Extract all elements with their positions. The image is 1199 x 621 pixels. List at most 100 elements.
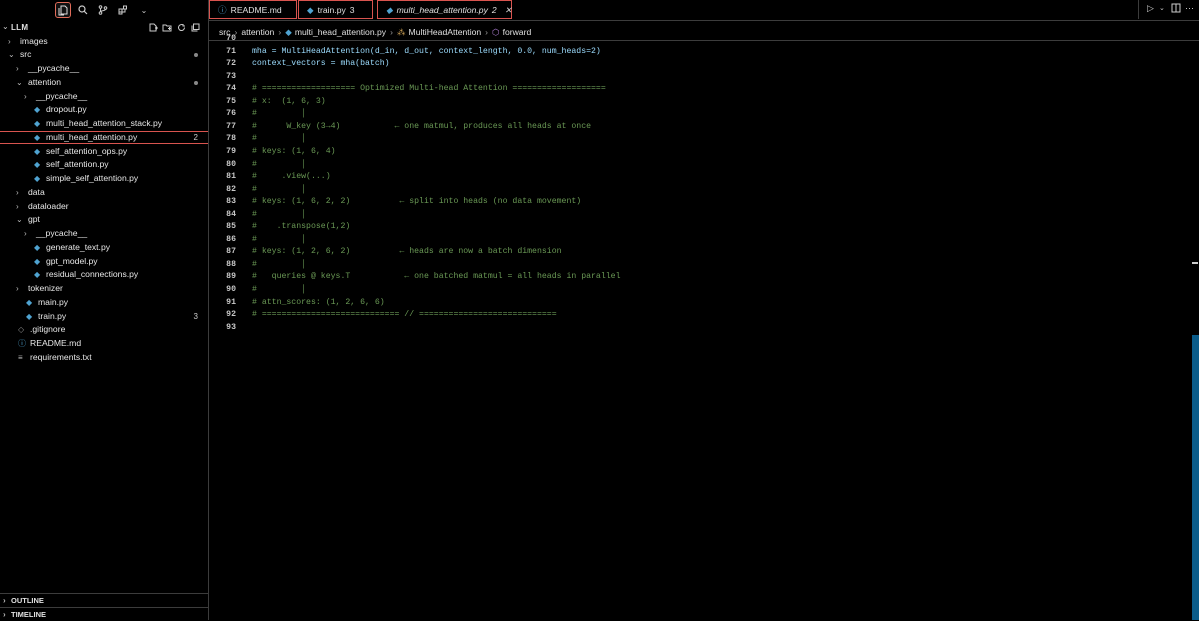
tree-item-label: residual_connections.py bbox=[46, 269, 139, 280]
tree-item[interactable]: ≡ requirements.txt bbox=[0, 351, 208, 365]
chevron-down-icon[interactable]: ⌄ bbox=[2, 22, 9, 31]
extensions-icon[interactable] bbox=[115, 2, 131, 18]
tree-item[interactable]: ◆ residual_connections.py bbox=[0, 268, 208, 282]
tree-item[interactable]: ◆ multi_head_attention_stack.py bbox=[0, 117, 208, 131]
tree-item[interactable]: ◆ multi_head_attention.py 2 bbox=[0, 130, 208, 145]
tree-item[interactable]: ◇ .gitignore bbox=[0, 323, 208, 337]
tree-item-label: simple_self_attention.py bbox=[46, 173, 139, 183]
tree-item[interactable]: ⌄ src bbox=[0, 48, 208, 62]
split-editor-icon[interactable] bbox=[1171, 3, 1181, 15]
tree-item[interactable]: › data bbox=[0, 186, 208, 200]
tree-item[interactable]: › dataloader bbox=[0, 200, 208, 214]
python-file-icon: ◆ bbox=[34, 242, 41, 252]
tree-item-label: self_attention_ops.py bbox=[46, 145, 128, 156]
tree-item[interactable]: › __pycache__ bbox=[0, 227, 208, 241]
code-line[interactable]: 84 # │ bbox=[209, 210, 1189, 223]
code-line[interactable]: 75 # x: (1, 6, 3) bbox=[209, 97, 1189, 110]
refresh-icon[interactable] bbox=[176, 22, 186, 32]
code-line[interactable]: 78 # │ bbox=[209, 134, 1189, 147]
tree-item[interactable]: ⌄ attention bbox=[0, 76, 208, 90]
scrollbar-thumb[interactable] bbox=[1192, 335, 1199, 620]
chevron-right-icon: › bbox=[16, 201, 19, 211]
tree-item-label: images bbox=[20, 35, 48, 46]
code-line[interactable]: 80 # │ bbox=[209, 160, 1189, 173]
chevron-down-icon[interactable]: ⌄ bbox=[136, 2, 152, 18]
code-line[interactable]: 76 # │ bbox=[209, 109, 1189, 122]
tree-item[interactable]: ◆ simple_self_attention.py bbox=[0, 172, 208, 186]
source-control-icon[interactable] bbox=[95, 2, 111, 18]
code-text: # │ bbox=[252, 234, 307, 244]
tree-item[interactable]: ◆ main.py bbox=[0, 296, 208, 310]
tree-item[interactable]: › images bbox=[0, 35, 208, 49]
code-line[interactable]: 71 mha = MultiHeadAttention(d_in, d_out, … bbox=[209, 47, 1189, 60]
tree-item[interactable]: ◆ self_attention_ops.py bbox=[0, 145, 208, 159]
new-folder-icon[interactable] bbox=[162, 22, 172, 32]
tree-item[interactable]: ◆ dropout.py bbox=[0, 103, 208, 117]
outline-section[interactable]: › OUTLINE bbox=[0, 593, 208, 607]
more-actions-icon[interactable]: ⋯ bbox=[1185, 3, 1194, 14]
code-line[interactable]: 79 # keys: (1, 6, 4) bbox=[209, 147, 1189, 160]
tab-train[interactable]: ◆ train.py 3 bbox=[298, 0, 373, 19]
modified-dot bbox=[194, 53, 198, 58]
search-icon[interactable] bbox=[75, 2, 91, 18]
line-number: 88 bbox=[226, 259, 236, 269]
new-file-icon[interactable] bbox=[148, 22, 158, 32]
close-icon[interactable]: ✕ bbox=[505, 5, 512, 15]
chevron-right-icon: › bbox=[3, 610, 6, 619]
chevron-right-icon: › bbox=[24, 91, 27, 101]
chevron-down-icon[interactable]: ⌄ bbox=[1159, 4, 1165, 12]
collapse-icon[interactable] bbox=[190, 22, 200, 32]
line-number: 80 bbox=[226, 159, 236, 169]
line-number: 72 bbox=[226, 59, 236, 69]
code-line[interactable]: 70 bbox=[209, 34, 1189, 47]
code-line[interactable]: 90 # │ bbox=[209, 285, 1189, 298]
tab-readme[interactable]: ⓘ README.md bbox=[209, 0, 297, 19]
code-line[interactable]: 92 # ============================ // ====… bbox=[209, 310, 1189, 323]
line-number: 91 bbox=[226, 297, 236, 307]
tree-item[interactable]: ◆ self_attention.py bbox=[0, 158, 208, 172]
code-line[interactable]: 74 # =================== Optimized Multi-… bbox=[209, 84, 1189, 97]
code-editor[interactable]: 70 71 mha = MultiHeadAttention(d_in, d_out… bbox=[209, 34, 1189, 338]
line-number: 78 bbox=[226, 134, 236, 144]
code-line[interactable]: 77 # W_key (3→4) ← one matmul, produces a… bbox=[209, 122, 1189, 135]
code-text: # .transpose(1,2) bbox=[252, 222, 351, 232]
code-line[interactable]: 82 # │ bbox=[209, 185, 1189, 198]
line-number: 90 bbox=[226, 285, 236, 294]
tree-item[interactable]: ◆ gpt_model.py bbox=[0, 255, 208, 269]
python-file-icon: ◆ bbox=[26, 311, 33, 321]
code-line[interactable]: 85 # .transpose(1,2) bbox=[209, 222, 1189, 235]
code-line[interactable]: 88 # │ bbox=[209, 260, 1189, 273]
tree-item-label: train.py bbox=[38, 310, 67, 321]
code-line[interactable]: 87 # keys: (1, 2, 6, 2) ← heads are now a… bbox=[209, 247, 1189, 260]
code-line[interactable]: 81 # .view(...) bbox=[209, 172, 1189, 185]
run-icon[interactable]: ▷ bbox=[1147, 3, 1154, 14]
minimap-marker bbox=[1192, 262, 1198, 264]
tree-item-label: dataloader bbox=[28, 200, 69, 211]
code-line[interactable]: 83 # keys: (1, 6, 2, 2) ← split into head… bbox=[209, 197, 1189, 210]
tree-item[interactable]: ◆ generate_text.py bbox=[0, 241, 208, 255]
tree-item[interactable]: › __pycache__ bbox=[0, 62, 208, 76]
timeline-section[interactable]: › TIMELINE bbox=[0, 607, 208, 621]
code-line[interactable]: 86 # │ bbox=[209, 235, 1189, 248]
python-file-icon: ◆ bbox=[26, 297, 33, 307]
tree-item[interactable]: ⌄ gpt bbox=[0, 213, 208, 227]
code-line[interactable]: 93 bbox=[209, 323, 1189, 336]
chevron-right-icon: › bbox=[8, 36, 11, 46]
line-number: 73 bbox=[226, 71, 236, 81]
tree-item-label: generate_text.py bbox=[46, 241, 111, 252]
code-line[interactable]: 73 bbox=[209, 72, 1189, 85]
code-line[interactable]: 89 # queries @ keys.T ← one batched matmu… bbox=[209, 272, 1189, 285]
tree-item[interactable]: ⓘ README.md bbox=[0, 337, 208, 351]
workspace-root-label[interactable]: LLM bbox=[11, 23, 28, 32]
tab-multi-head-attention[interactable]: ◆ multi_head_attention.py 2 ✕ bbox=[377, 0, 512, 19]
tree-item[interactable]: › __pycache__ bbox=[0, 90, 208, 104]
explorer-icon[interactable] bbox=[55, 2, 71, 18]
line-number: 89 bbox=[226, 272, 236, 282]
code-line[interactable]: 91 # attn_scores: (1, 2, 6, 6) bbox=[209, 298, 1189, 311]
line-number: 77 bbox=[226, 121, 236, 131]
tree-item[interactable]: › tokenizer bbox=[0, 282, 208, 296]
tree-item[interactable]: ◆ train.py 3 bbox=[0, 310, 208, 324]
line-number: 93 bbox=[226, 322, 236, 332]
code-text: # ============================ // ======… bbox=[252, 310, 557, 320]
code-line[interactable]: 72 context_vectors = mha(batch) bbox=[209, 59, 1189, 72]
